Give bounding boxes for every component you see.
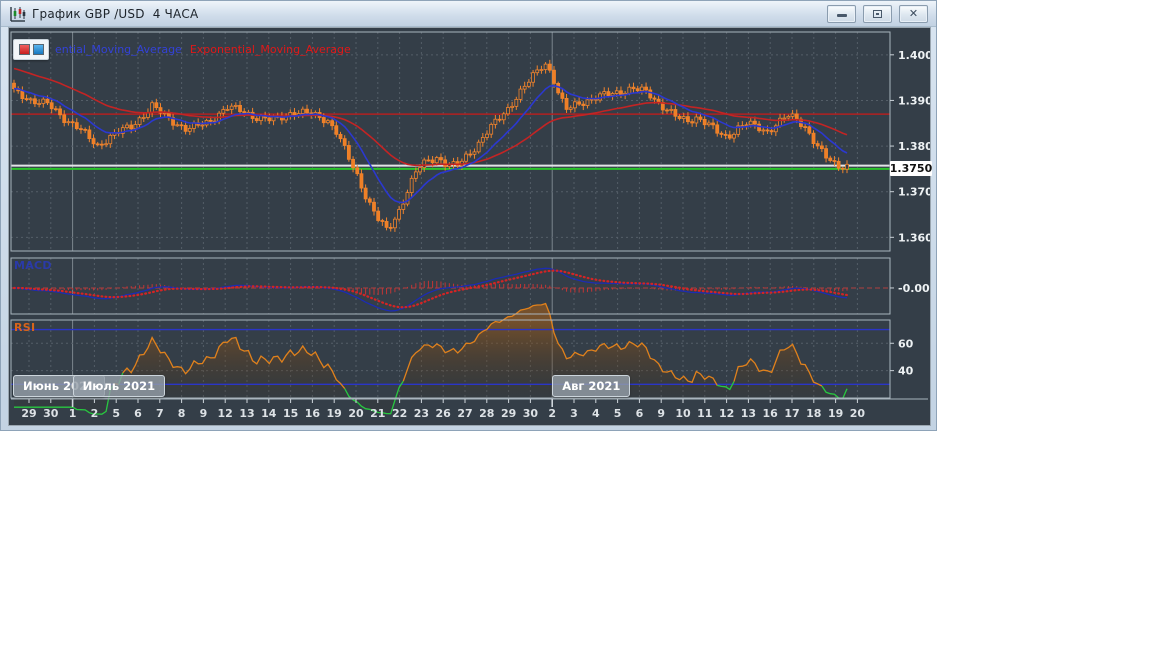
svg-text:6: 6 — [134, 407, 142, 420]
desktop: График GBP /USD 4 ЧАСА ✕ 1.4000 1.3900 1.3… — [0, 0, 1152, 648]
macd-signal-line — [12, 269, 849, 309]
svg-text:60: 60 — [898, 337, 914, 350]
svg-text:9: 9 — [657, 407, 665, 420]
close-icon: ✕ — [908, 7, 919, 20]
maximize-icon — [873, 9, 882, 18]
svg-text:13: 13 — [741, 407, 756, 420]
svg-text:7: 7 — [156, 407, 164, 420]
svg-text:2: 2 — [91, 407, 99, 420]
svg-text:1.3900: 1.3900 — [898, 94, 930, 107]
svg-text:5: 5 — [112, 407, 120, 420]
svg-text:4: 4 — [592, 407, 600, 420]
svg-text:40: 40 — [898, 365, 914, 378]
svg-text:20: 20 — [850, 407, 866, 420]
month-label-july: Июль 2021 — [72, 375, 166, 397]
macd-line — [13, 267, 848, 312]
chart-canvas[interactable]: 1.4000 1.3900 1.3800 1.3700 1.3600 -0.00 60 40 2… — [9, 28, 930, 425]
svg-text:28: 28 — [479, 407, 494, 420]
blue-indicator-button[interactable] — [32, 44, 44, 55]
ema-slow — [13, 67, 848, 167]
svg-text:8: 8 — [178, 407, 186, 420]
price-levels — [11, 113, 890, 170]
current-price-tag: 1.3750 — [889, 161, 933, 177]
svg-text:18: 18 — [806, 407, 821, 420]
ema-fast — [13, 84, 848, 204]
svg-text:23: 23 — [414, 407, 429, 420]
svg-text:1: 1 — [69, 407, 77, 420]
rsi-panel-label: RSI — [14, 321, 36, 334]
svg-text:9: 9 — [200, 407, 208, 420]
close-button[interactable]: ✕ — [899, 4, 928, 23]
legend-button-box — [13, 39, 49, 60]
svg-text:5: 5 — [614, 407, 622, 420]
svg-text:26: 26 — [436, 407, 452, 420]
chart-window: График GBP /USD 4 ЧАСА ✕ 1.4000 1.3900 1.3… — [0, 0, 937, 431]
minimize-button[interactable] — [827, 4, 856, 23]
svg-text:2: 2 — [548, 407, 556, 420]
indicator-legend: ential_Moving_Average Exponential_Moving… — [13, 39, 351, 60]
ema-slow-legend-label: Exponential_Moving_Average — [189, 43, 351, 56]
price-axis — [890, 54, 894, 372]
svg-text:6: 6 — [636, 407, 644, 420]
svg-text:22: 22 — [392, 407, 407, 420]
macd-panel — [11, 267, 890, 312]
candlestick-chart-icon — [10, 6, 26, 22]
svg-text:17: 17 — [784, 407, 799, 420]
svg-text:1.4000: 1.4000 — [898, 49, 930, 62]
svg-text:15: 15 — [283, 407, 298, 420]
svg-text:30: 30 — [43, 407, 59, 420]
svg-text:27: 27 — [457, 407, 472, 420]
svg-text:13: 13 — [239, 407, 254, 420]
window-controls: ✕ — [827, 4, 930, 23]
minimize-icon — [836, 14, 847, 17]
red-indicator-button[interactable] — [18, 44, 30, 55]
month-label-august: Авг 2021 — [552, 375, 631, 397]
svg-text:12: 12 — [218, 407, 233, 420]
svg-text:20: 20 — [348, 407, 364, 420]
window-titlebar[interactable]: График GBP /USD 4 ЧАСА ✕ — [1, 1, 936, 27]
svg-text:16: 16 — [305, 407, 321, 420]
x-axis — [28, 399, 858, 407]
svg-text:19: 19 — [828, 407, 843, 420]
svg-text:21: 21 — [370, 407, 385, 420]
svg-text:11: 11 — [697, 407, 712, 420]
svg-text:1.3800: 1.3800 — [898, 140, 930, 153]
svg-text:1.3700: 1.3700 — [898, 186, 930, 199]
svg-text:19: 19 — [327, 407, 342, 420]
ema-fast-legend-label: ential_Moving_Average — [55, 43, 182, 56]
svg-text:30: 30 — [523, 407, 539, 420]
window-title: График GBP /USD 4 ЧАСА — [32, 6, 199, 21]
svg-text:29: 29 — [21, 407, 36, 420]
svg-text:12: 12 — [719, 407, 734, 420]
ema-slow-line — [13, 67, 848, 167]
svg-text:29: 29 — [501, 407, 516, 420]
svg-text:3: 3 — [570, 407, 578, 420]
svg-text:1.3600: 1.3600 — [898, 231, 930, 244]
svg-text:16: 16 — [763, 407, 779, 420]
svg-text:-0.00: -0.00 — [898, 282, 930, 295]
ema-fast-line — [13, 84, 848, 204]
maximize-button[interactable] — [863, 4, 892, 23]
macd-panel-label: MACD — [14, 259, 52, 272]
svg-text:14: 14 — [261, 407, 277, 420]
chart-client-area: 1.4000 1.3900 1.3800 1.3700 1.3600 -0.00 60 40 2… — [8, 27, 933, 426]
svg-text:10: 10 — [675, 407, 691, 420]
